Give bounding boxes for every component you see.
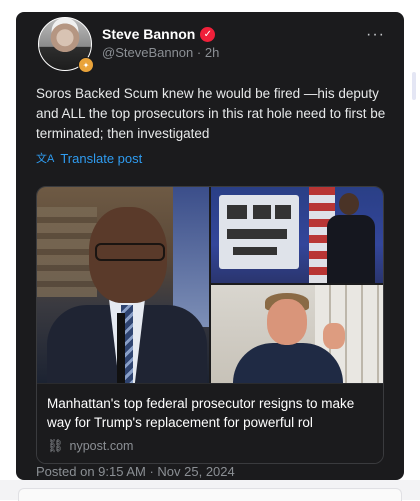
scroll-indicator xyxy=(412,72,416,100)
post-text: Soros Backed Scum knew he would be fired… xyxy=(36,86,386,141)
preview-image-main xyxy=(37,187,209,383)
author-handle[interactable]: @SteveBannon xyxy=(102,45,193,60)
post-timestamp[interactable]: Posted on 9:15 AM · Nov 25, 2024 xyxy=(36,464,235,479)
preview-image-press-conference xyxy=(211,187,383,283)
meta-separator: · xyxy=(196,45,202,60)
link-preview-card[interactable]: Manhattan's top federal prosecutor resig… xyxy=(36,186,384,464)
link-headline[interactable]: Manhattan's top federal prosecutor resig… xyxy=(47,394,373,432)
translate-icon: 文A xyxy=(36,153,55,165)
avatar-badge-icon: ✦ xyxy=(78,57,94,73)
background-strip xyxy=(406,0,420,500)
link-icon: ⛓ xyxy=(47,438,64,453)
post-age[interactable]: 2h xyxy=(205,45,219,60)
preview-image-smiling-man xyxy=(211,285,383,383)
verified-badge-icon: ✓ xyxy=(200,26,216,42)
link-preview-caption[interactable]: Manhattan's top federal prosecutor resig… xyxy=(37,383,383,463)
next-post-edge xyxy=(0,480,420,501)
link-domain: nypost.com xyxy=(69,439,134,453)
translate-post-link[interactable]: 文A Translate post xyxy=(36,150,142,166)
translate-label: Translate post xyxy=(60,150,143,166)
more-options-icon[interactable]: ··· xyxy=(366,26,385,44)
author-name[interactable]: Steve Bannon xyxy=(102,26,195,42)
author-name-row: Steve Bannon ✓ xyxy=(102,26,216,42)
link-source[interactable]: ⛓ nypost.com xyxy=(47,438,133,454)
post-card[interactable]: ✦ Steve Bannon ✓ @SteveBannon · 2h ··· S… xyxy=(16,12,404,480)
author-handle-row: @SteveBannon · 2h xyxy=(102,45,219,60)
author-avatar[interactable]: ✦ xyxy=(38,17,94,73)
